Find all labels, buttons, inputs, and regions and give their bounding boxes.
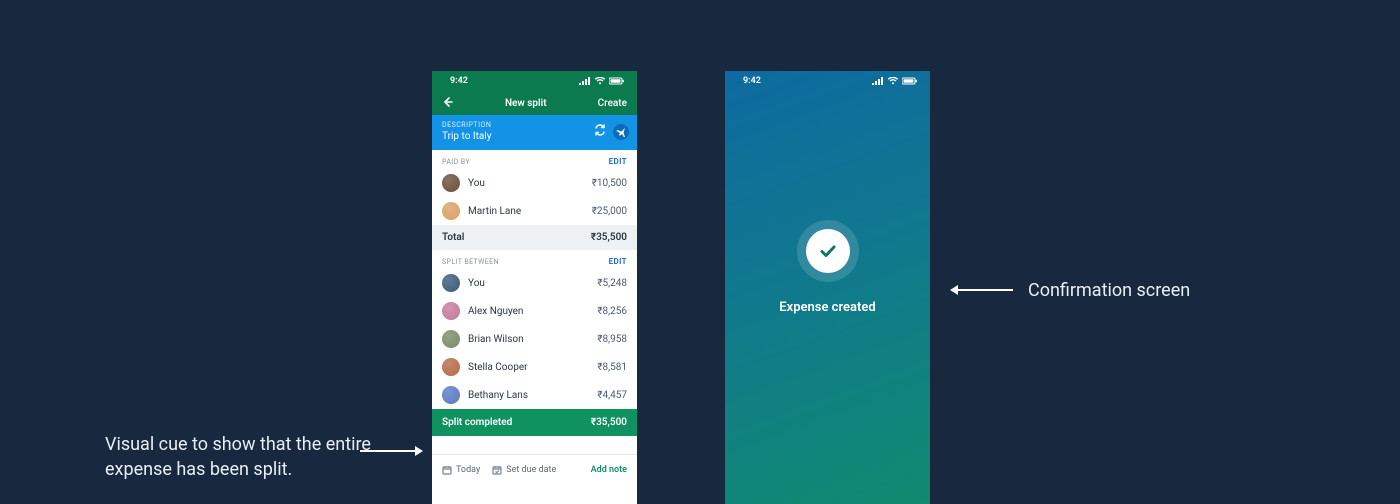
checkmark-icon [817, 240, 839, 262]
split-completed-amount: ₹35,500 [591, 417, 627, 428]
back-arrow-icon [442, 96, 454, 108]
avatar [442, 302, 460, 320]
due-date-button[interactable]: Set due date [492, 465, 556, 475]
category-icon[interactable] [613, 124, 629, 140]
paid-by-label: PAID BY [442, 158, 470, 166]
arrow-icon [958, 289, 1013, 291]
nav-title: New split [505, 98, 547, 109]
split-row[interactable]: Bethany Lans ₹4,457 [432, 381, 637, 409]
split-completed-bar: Split completed ₹35,500 [432, 409, 637, 436]
paid-by-header: PAID BY EDIT [432, 150, 637, 169]
split-name: Bethany Lans [468, 390, 597, 401]
payer-row[interactable]: You ₹10,500 [432, 169, 637, 197]
avatar [442, 330, 460, 348]
split-completed-label: Split completed [442, 417, 512, 428]
payer-row[interactable]: Martin Lane ₹25,000 [432, 197, 637, 225]
split-between-label: SPLIT BETWEEN [442, 258, 499, 266]
status-icons [579, 77, 625, 85]
success-badge [797, 220, 859, 282]
split-row[interactable]: Alex Nguyen ₹8,256 [432, 297, 637, 325]
split-between-header: SPLIT BETWEEN EDIT [432, 250, 637, 269]
add-note-button[interactable]: Add note [591, 465, 627, 475]
split-row[interactable]: Brian Wilson ₹8,958 [432, 325, 637, 353]
new-split-screen: 9:42 New split Create DESCRIPTION Trip t… [432, 71, 637, 504]
date-label: Today [456, 465, 480, 475]
status-time: 9:42 [743, 76, 761, 86]
total-row: Total ₹35,500 [432, 225, 637, 250]
confirmation-content: Expense created [725, 91, 930, 504]
split-amount: ₹5,248 [597, 278, 627, 289]
create-button[interactable]: Create [598, 98, 627, 109]
plane-icon [616, 127, 626, 137]
payer-name: Martin Lane [468, 206, 592, 217]
wifi-icon [594, 77, 606, 85]
confirmation-text: Expense created [779, 300, 875, 315]
payer-name: You [468, 178, 592, 189]
annotation-right: Confirmation screen [1028, 278, 1190, 303]
split-amount: ₹8,581 [597, 362, 627, 373]
payer-amount: ₹10,500 [592, 178, 627, 189]
back-button[interactable] [442, 96, 454, 111]
split-row[interactable]: Stella Cooper ₹8,581 [432, 353, 637, 381]
description-section[interactable]: DESCRIPTION Trip to Italy [432, 115, 637, 150]
status-icons [872, 77, 918, 85]
avatar [442, 174, 460, 192]
avatar [442, 202, 460, 220]
due-date-icon [492, 465, 502, 475]
split-name: You [468, 278, 597, 289]
split-name: Stella Cooper [468, 362, 597, 373]
edit-button[interactable]: EDIT [609, 257, 627, 266]
calendar-icon [442, 465, 452, 475]
nav-bar: New split Create [432, 91, 637, 115]
due-date-label: Set due date [506, 465, 556, 475]
signal-icon [579, 77, 591, 85]
split-name: Alex Nguyen [468, 306, 597, 317]
status-time: 9:42 [450, 76, 468, 86]
battery-icon [609, 77, 625, 85]
avatar [442, 274, 460, 292]
split-amount: ₹4,457 [597, 390, 627, 401]
total-label: Total [442, 232, 464, 243]
footer-bar: Today Set due date Add note [432, 454, 637, 485]
arrow-icon [360, 450, 415, 452]
signal-icon [872, 77, 884, 85]
payer-amount: ₹25,000 [592, 206, 627, 217]
split-amount: ₹8,256 [597, 306, 627, 317]
annotation-left: Visual cue to show that the entire expen… [105, 432, 385, 482]
confirmation-screen: 9:42 Expense created [725, 71, 930, 504]
recurring-icon[interactable] [593, 123, 607, 140]
status-bar: 9:42 [725, 71, 930, 91]
split-row[interactable]: You ₹5,248 [432, 269, 637, 297]
status-bar: 9:42 [432, 71, 637, 91]
total-amount: ₹35,500 [591, 232, 627, 243]
wifi-icon [887, 77, 899, 85]
split-amount: ₹8,958 [597, 334, 627, 345]
avatar [442, 358, 460, 376]
battery-icon [902, 77, 918, 85]
edit-button[interactable]: EDIT [609, 157, 627, 166]
date-button[interactable]: Today [442, 465, 480, 475]
split-name: Brian Wilson [468, 334, 597, 345]
avatar [442, 386, 460, 404]
